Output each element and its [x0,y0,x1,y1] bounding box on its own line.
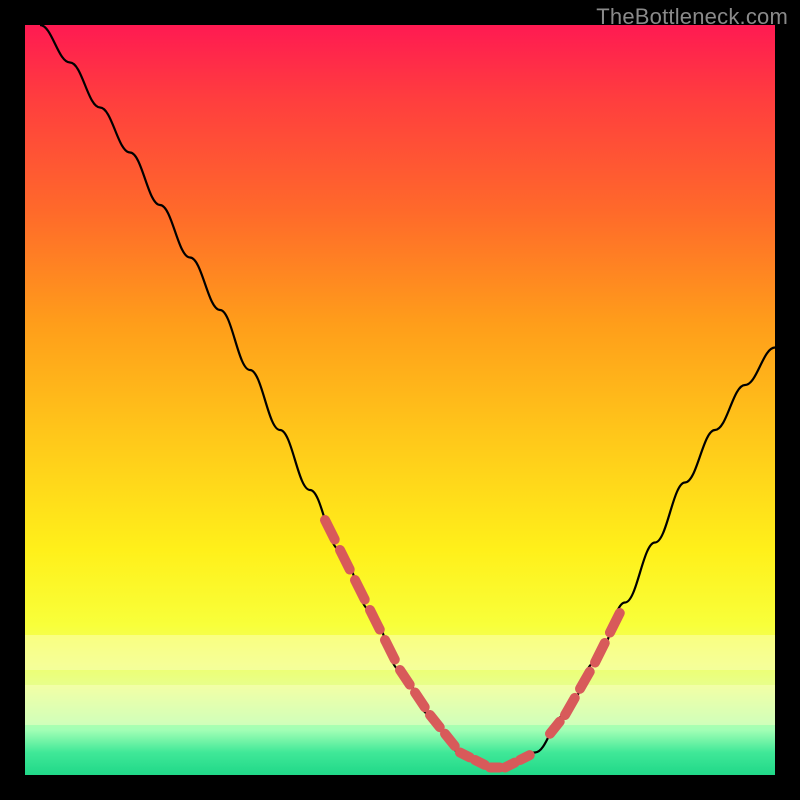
bottleneck-curve [25,25,775,775]
chart-frame [25,25,775,775]
watermark-text: TheBottleneck.com [596,4,788,30]
